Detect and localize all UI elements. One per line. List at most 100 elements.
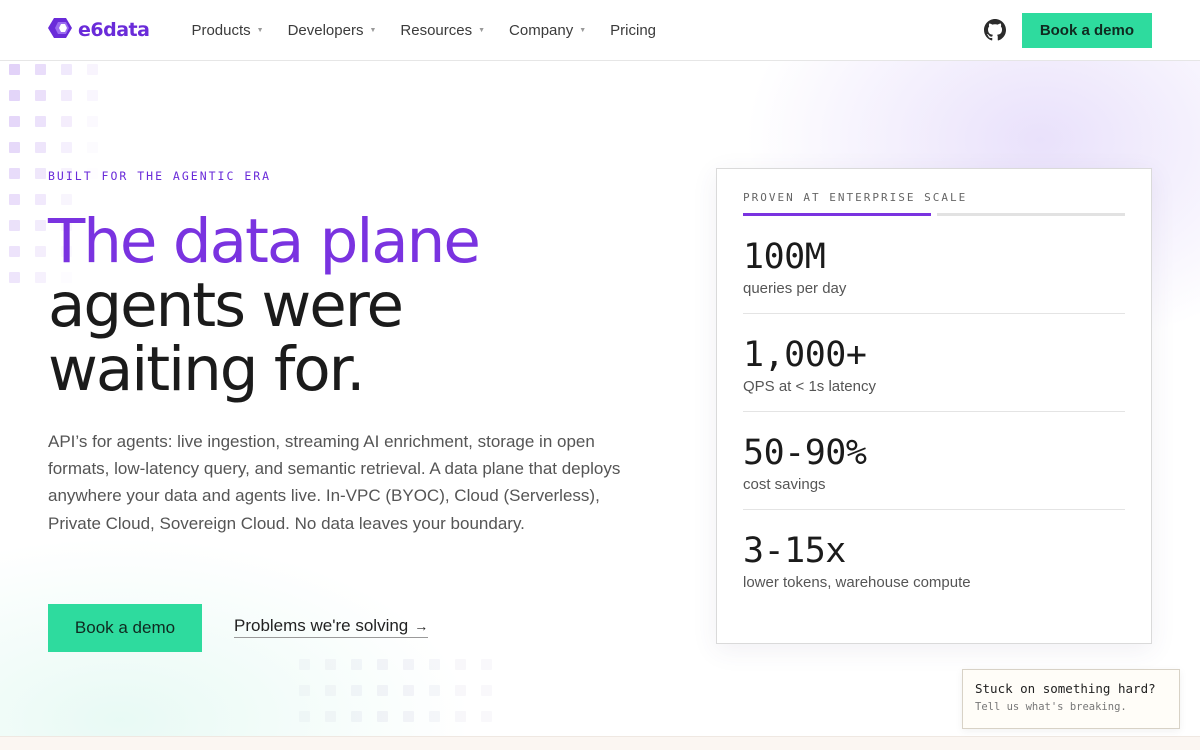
decorative-dot (61, 194, 72, 205)
dot-grid-bottom (290, 655, 500, 735)
stat-label: queries per day (743, 280, 847, 297)
decorative-dot (351, 711, 362, 722)
nav-item-label: Pricing (610, 21, 657, 39)
stat-item: 1,000+ QPS at < 1s latency (743, 314, 1125, 412)
caret-down-icon: ▼ (579, 26, 587, 34)
decorative-dot (35, 142, 46, 153)
decorative-dot (35, 64, 46, 75)
decorative-dot (403, 659, 414, 670)
decorative-dot (325, 659, 336, 670)
decorative-dot (87, 90, 98, 101)
nav-actions: Book a demo (983, 12, 1152, 48)
decorative-dot (403, 711, 414, 722)
hero-book-demo-button[interactable]: Book a demo (48, 604, 202, 652)
decorative-dot (403, 685, 414, 696)
decorative-dot (325, 711, 336, 722)
help-widget-subtitle: Tell us what's breaking. (975, 701, 1127, 713)
nav-item-pricing[interactable]: Pricing (610, 22, 656, 39)
decorative-dot (9, 246, 20, 257)
nav-item-resources[interactable]: Resources ▼ (400, 22, 485, 39)
stats-card-label: PROVEN AT ENTERPRISE SCALE (743, 191, 968, 204)
logo-wordmark: e6data (78, 19, 150, 41)
caret-down-icon: ▼ (256, 26, 264, 34)
decorative-dot (9, 220, 20, 231)
stat-item: 50-90% cost savings (743, 412, 1125, 510)
decorative-dot (35, 246, 46, 257)
headline-line-3: waiting for. (48, 334, 366, 405)
decorative-dot (455, 659, 466, 670)
help-widget[interactable]: Stuck on something hard? Tell us what's … (962, 669, 1180, 729)
hero-description: API’s for agents: live ingestion, stream… (48, 432, 621, 533)
decorative-dot (9, 168, 20, 179)
decorative-dot (87, 142, 98, 153)
decorative-dot (429, 659, 440, 670)
stat-item: 100M queries per day (743, 216, 1125, 314)
decorative-dot (35, 90, 46, 101)
decorative-dot (481, 685, 492, 696)
brand-logo[interactable]: e6data (48, 16, 150, 45)
decorative-dot (455, 685, 466, 696)
logo-icon (48, 16, 74, 45)
caret-down-icon: ▼ (369, 26, 377, 34)
decorative-dot (325, 685, 336, 696)
decorative-dot (429, 685, 440, 696)
nav-item-products[interactable]: Products ▼ (191, 22, 263, 39)
decorative-dot (35, 116, 46, 127)
decorative-dot (87, 194, 98, 205)
progress-segment[interactable] (937, 213, 1125, 216)
stat-item: 3-15x lower tokens, warehouse compute (743, 510, 1125, 608)
nav-book-demo-button[interactable]: Book a demo (1021, 12, 1152, 48)
decorative-dot (377, 685, 388, 696)
decorative-dot (481, 711, 492, 722)
decorative-dot (9, 194, 20, 205)
decorative-dot (9, 116, 20, 127)
github-icon[interactable] (983, 19, 1006, 41)
problems-link[interactable]: Problems we're solving → (234, 616, 429, 638)
decorative-dot (61, 64, 72, 75)
headline-line-2: agents were (48, 270, 404, 341)
nav-item-label: Products (191, 21, 251, 39)
decorative-dot (61, 142, 72, 153)
nav-item-company[interactable]: Company ▼ (509, 22, 586, 39)
nav-item-label: Resources (400, 21, 473, 39)
headline-accent: The data plane (48, 206, 481, 277)
decorative-dot (9, 272, 20, 283)
decorative-dot (35, 194, 46, 205)
decorative-dot (299, 659, 310, 670)
decorative-dot (481, 659, 492, 670)
decorative-dot (35, 272, 46, 283)
stats-card: PROVEN AT ENTERPRISE SCALE 100M queries … (716, 168, 1152, 644)
stat-value: 100M (743, 237, 826, 277)
stat-label: cost savings (743, 476, 826, 493)
decorative-dot (299, 685, 310, 696)
decorative-dot (9, 142, 20, 153)
decorative-dot (61, 90, 72, 101)
arrow-right-icon: → (414, 618, 429, 634)
decorative-dot (9, 90, 20, 101)
decorative-dot (351, 685, 362, 696)
top-navigation: e6data Products ▼ Developers ▼ Resources… (0, 0, 1200, 61)
stat-value: 50-90% (743, 433, 867, 473)
decorative-dot (35, 220, 46, 231)
decorative-dot (377, 711, 388, 722)
problems-link-label: Problems we're solving (234, 616, 409, 635)
nav-item-label: Developers (287, 21, 364, 39)
nav-item-label: Company (509, 21, 574, 39)
decorative-dot (455, 711, 466, 722)
hero-headline: The data plane agents were waiting for. (48, 210, 668, 402)
stat-value: 3-15x (743, 531, 846, 571)
nav-item-developers[interactable]: Developers ▼ (288, 22, 377, 39)
progress-segment-active[interactable] (743, 213, 931, 216)
hero-eyebrow: BUILT FOR THE AGENTIC ERA (48, 169, 272, 183)
stat-value: 1,000+ (743, 335, 867, 375)
next-section-edge (0, 736, 1200, 750)
decorative-dot (377, 659, 388, 670)
caret-down-icon: ▼ (478, 26, 486, 34)
decorative-dot (299, 711, 310, 722)
decorative-dot (35, 168, 46, 179)
main-menu: Products ▼ Developers ▼ Resources ▼ Comp… (191, 22, 656, 39)
decorative-dot (429, 711, 440, 722)
decorative-dot (87, 64, 98, 75)
help-widget-title: Stuck on something hard? (975, 681, 1156, 696)
decorative-dot (61, 116, 72, 127)
